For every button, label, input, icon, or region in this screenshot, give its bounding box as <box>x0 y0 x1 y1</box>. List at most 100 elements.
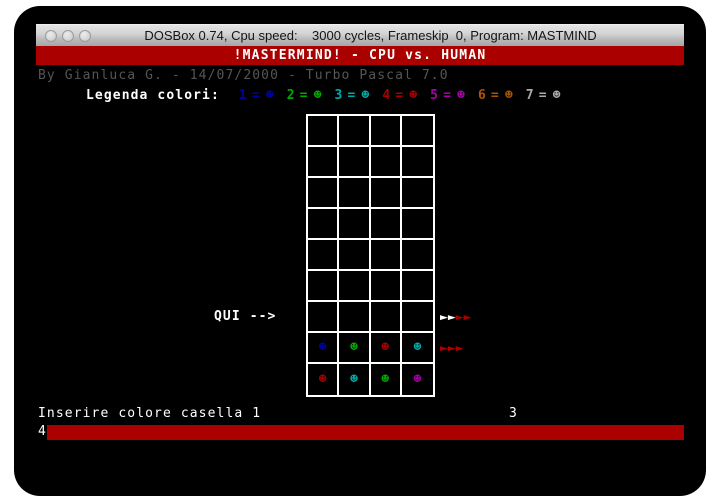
input-prompt-text: Inserire colore casella 1 <box>38 406 262 421</box>
legend-number-1: 1 <box>238 88 248 103</box>
board-cell-r1-c3[interactable] <box>370 116 402 147</box>
game-banner-text: !MASTERMIND! - CPU vs. HUMAN <box>233 48 487 63</box>
board-cell-r9-c2[interactable]: ☻ <box>339 364 371 395</box>
exact-match-marker: ► <box>447 310 456 325</box>
board-cell-r2-c4[interactable] <box>401 147 433 178</box>
board-cell-r7-c1[interactable] <box>308 302 340 333</box>
legend-equals-7: = <box>538 88 548 103</box>
board-cell-r3-c3[interactable] <box>370 178 402 209</box>
legend-face-icon-5: ☻ <box>457 88 466 103</box>
legend-number-3: 3 <box>334 88 344 103</box>
window-title: DOSBox 0.74, Cpu speed: 3000 cycles, Fra… <box>144 28 597 43</box>
legend-entry-1: 1 = ☻ <box>239 88 275 103</box>
board-cell-r9-c3[interactable]: ☻ <box>370 364 402 395</box>
board-cell-r9-c1[interactable]: ☻ <box>308 364 340 395</box>
current-row-pointer: QUI --> <box>214 309 277 324</box>
board-cell-r7-c4[interactable] <box>401 302 433 333</box>
board-cell-r6-c1[interactable] <box>308 271 340 302</box>
board-cell-r4-c2[interactable] <box>339 209 371 240</box>
board-cell-r4-c4[interactable] <box>401 209 433 240</box>
close-button[interactable] <box>45 29 57 42</box>
legend-equals-5: = <box>443 88 453 103</box>
color-legend: Legenda colori: 1 = ☻ 2 = ☻ 3 = ☻ 4 = ☻ <box>86 88 574 103</box>
peg-face-icon: ☻ <box>318 372 327 387</box>
board-cell-r6-c4[interactable] <box>401 271 433 302</box>
board-cell-r8-c2[interactable]: ☻ <box>339 333 371 364</box>
legend-equals-4: = <box>395 88 405 103</box>
board-cell-r1-c2[interactable] <box>339 116 371 147</box>
legend-number-6: 6 <box>477 88 487 103</box>
legend-equals-1: = <box>251 88 261 103</box>
author-credit-line: By Gianluca G. - 14/07/2000 - Turbo Pasc… <box>38 68 449 83</box>
legend-entry-5: 5 = ☻ <box>430 88 466 103</box>
legend-entry-7: 7 = ☻ <box>526 88 562 103</box>
board-cell-r7-c2[interactable] <box>339 302 371 333</box>
peg-face-icon: ☻ <box>413 340 422 355</box>
legend-entry-2: 2 = ☻ <box>287 88 323 103</box>
game-banner: !MASTERMIND! - CPU vs. HUMAN <box>36 46 684 65</box>
color-match-marker: ► <box>463 310 472 325</box>
peg-face-icon: ☻ <box>349 372 358 387</box>
board-cell-r6-c2[interactable] <box>339 271 371 302</box>
legend-face-icon-7: ☻ <box>552 88 562 103</box>
board-cell-r3-c2[interactable] <box>339 178 371 209</box>
board-cell-r1-c4[interactable] <box>401 116 433 147</box>
dos-screen: !MASTERMIND! - CPU vs. HUMAN By Gianluca… <box>36 46 684 480</box>
legend-face-icon-2: ☻ <box>313 88 323 103</box>
board-cell-r2-c3[interactable] <box>370 147 402 178</box>
board-cell-r8-c4[interactable]: ☻ <box>401 333 433 364</box>
mastermind-board[interactable]: ☻ ☻ ☻ ☻ ☻ ☻ ☻ ☻ <box>306 114 435 397</box>
input-prompt-counter: 3 <box>509 406 518 421</box>
input-row[interactable]: 4 <box>36 424 684 441</box>
board-cell-r9-c4[interactable]: ☻ <box>401 364 433 395</box>
legend-number-5: 5 <box>430 88 440 103</box>
input-highlight-bar <box>47 425 684 440</box>
color-match-marker: ► <box>447 341 456 356</box>
board-cell-r6-c3[interactable] <box>370 271 402 302</box>
board-cell-r3-c1[interactable] <box>308 178 340 209</box>
board-cell-r7-c3[interactable] <box>370 302 402 333</box>
board-cell-r2-c2[interactable] <box>339 147 371 178</box>
legend-number-4: 4 <box>382 88 392 103</box>
board-cell-r5-c1[interactable] <box>308 240 340 271</box>
legend-face-icon-4: ☻ <box>409 88 419 103</box>
peg-face-icon: ☻ <box>413 372 422 387</box>
legend-face-icon-6: ☻ <box>504 88 514 103</box>
board-cell-r5-c3[interactable] <box>370 240 402 271</box>
dosbox-window: DOSBox 0.74, Cpu speed: 3000 cycles, Fra… <box>14 6 706 496</box>
legend-entry-6: 6 = ☻ <box>478 88 514 103</box>
board-cell-r5-c4[interactable] <box>401 240 433 271</box>
minimize-button[interactable] <box>62 29 74 42</box>
legend-equals-2: = <box>299 88 309 103</box>
board-cell-r1-c1[interactable] <box>308 116 340 147</box>
exact-match-marker: ► <box>440 310 448 325</box>
peg-face-icon: ☻ <box>381 372 390 387</box>
window-button-group <box>45 29 91 42</box>
legend-entry-3: 3 = ☻ <box>335 88 371 103</box>
color-match-marker: ► <box>455 341 464 356</box>
board-cell-r4-c1[interactable] <box>308 209 340 240</box>
board-cell-r8-c1[interactable]: ☻ <box>308 333 340 364</box>
board-cell-r3-c4[interactable] <box>401 178 433 209</box>
legend-equals-3: = <box>347 88 357 103</box>
legend-entry-4: 4 = ☻ <box>382 88 418 103</box>
peg-face-icon: ☻ <box>381 340 390 355</box>
input-value[interactable]: 4 <box>38 424 47 439</box>
window-titlebar[interactable]: DOSBox 0.74, Cpu speed: 3000 cycles, Fra… <box>36 24 684 46</box>
board-cell-r2-c1[interactable] <box>308 147 340 178</box>
board-cell-r8-c3[interactable]: ☻ <box>370 333 402 364</box>
board-cell-r5-c2[interactable] <box>339 240 371 271</box>
board-cell-r4-c3[interactable] <box>370 209 402 240</box>
feedback-markers-row-9: ►►► <box>440 341 463 356</box>
color-match-marker: ► <box>440 341 448 356</box>
peg-face-icon: ☻ <box>318 340 327 355</box>
legend-number-2: 2 <box>286 88 296 103</box>
legend-face-icon-3: ☻ <box>361 88 371 103</box>
peg-face-icon: ☻ <box>349 340 358 355</box>
legend-number-7: 7 <box>525 88 535 103</box>
color-legend-title: Legenda colori: <box>86 88 220 103</box>
feedback-markers-row-8: ►►►► <box>440 310 471 325</box>
legend-face-icon-1: ☻ <box>265 88 275 103</box>
legend-equals-6: = <box>490 88 500 103</box>
zoom-button[interactable] <box>79 29 91 42</box>
